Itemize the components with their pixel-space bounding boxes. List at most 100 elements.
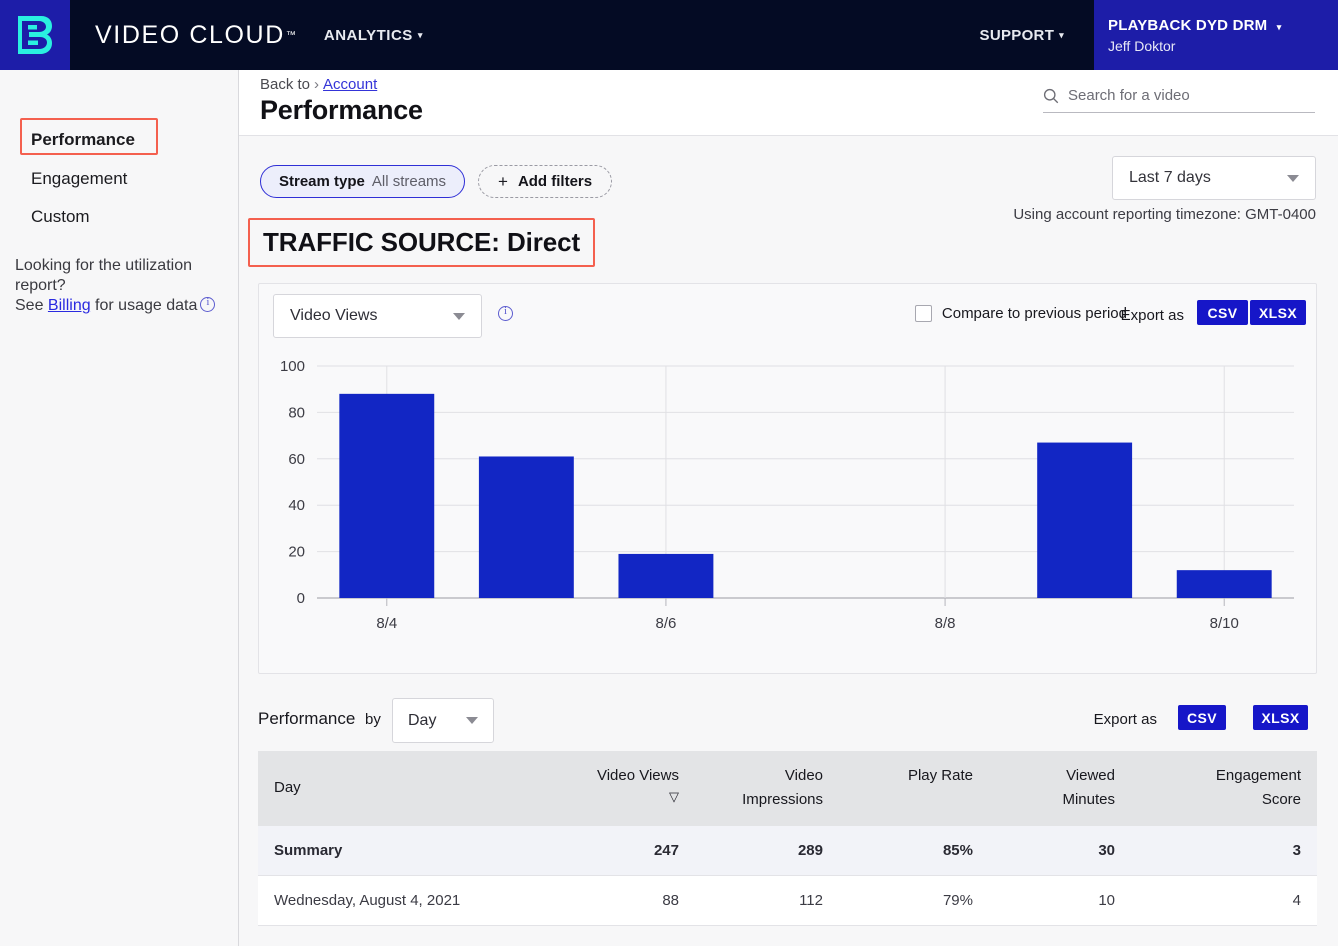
cell-video-impressions: 289 xyxy=(695,826,839,876)
search-input[interactable]: Search for a video xyxy=(1068,87,1190,104)
search-icon xyxy=(1043,88,1059,104)
note-tail: for usage data xyxy=(91,297,198,314)
chart-card: Video Views Compare to previous period E… xyxy=(258,283,1317,674)
billing-link[interactable]: Billing xyxy=(48,297,91,314)
sidebar-item-performance-label: Performance xyxy=(31,130,135,149)
date-range-value: Last 7 days xyxy=(1129,169,1287,187)
compare-previous-period-control[interactable]: Compare to previous period xyxy=(915,305,1127,322)
table-export-csv-button[interactable]: CSV xyxy=(1178,705,1226,730)
note-line-2: report? xyxy=(15,277,66,294)
sidebar-item-custom-label: Custom xyxy=(31,207,90,226)
nav-item-support[interactable]: SUPPORT ▾ xyxy=(980,0,1094,70)
chevron-down-icon xyxy=(1287,175,1299,182)
sidebar-item-performance[interactable]: Performance xyxy=(0,126,135,154)
column-header-video-impressions-line1: Video xyxy=(785,767,823,784)
sidebar-utilization-note: Looking for the utilization report? See … xyxy=(15,256,230,316)
page-header: Back to›Account Performance Search for a… xyxy=(239,70,1338,136)
column-header-engagement-score[interactable]: Engagement Score xyxy=(1131,751,1317,826)
filter-chip-stream-type[interactable]: Stream type All streams xyxy=(260,165,465,198)
cell-day: Summary xyxy=(258,826,543,876)
page-title: Performance xyxy=(260,95,423,126)
chart-info-button[interactable] xyxy=(495,306,513,324)
granularity-select[interactable]: Day xyxy=(392,698,494,743)
nav-item-analytics[interactable]: ANALYTICS ▾ xyxy=(324,0,423,70)
account-menu[interactable]: PLAYBACK DYD DRM ▾ Jeff Doktor xyxy=(1094,0,1338,70)
sort-descending-icon[interactable]: ▽ xyxy=(559,790,679,803)
brightcove-logo[interactable] xyxy=(0,0,70,70)
column-header-engagement-score-line1: Engagement xyxy=(1216,767,1301,784)
svg-text:100: 100 xyxy=(280,358,305,375)
chevron-down-icon xyxy=(453,313,465,320)
column-header-video-impressions-line2: Impressions xyxy=(742,791,823,808)
nav-item-analytics-label: ANALYTICS xyxy=(324,27,413,44)
add-filters-button[interactable]: + Add filters xyxy=(478,165,612,198)
nav-spacer xyxy=(423,0,980,70)
column-header-viewed-minutes[interactable]: Viewed Minutes xyxy=(989,751,1131,826)
breadcrumb-link-account[interactable]: Account xyxy=(323,76,377,93)
table-export-label: Export as xyxy=(1094,711,1157,728)
breadcrumb-separator: › xyxy=(314,76,319,93)
chart-export-label: Export as xyxy=(1121,307,1184,324)
table-header-row: Day Video Views ▽ Video Impressions Play… xyxy=(258,751,1317,826)
column-header-day[interactable]: Day xyxy=(258,751,543,826)
table-row[interactable]: Wednesday, August 4, 2021 88 112 79% 10 … xyxy=(258,876,1317,926)
note-line-1: Looking for the utilization xyxy=(15,257,192,274)
sidebar: Performance Engagement Custom Looking fo… xyxy=(0,70,239,946)
granularity-value: Day xyxy=(408,712,466,730)
video-views-bar-chart: 0204060801008/48/68/88/10 xyxy=(259,356,1316,656)
column-header-play-rate-label: Play Rate xyxy=(908,767,973,784)
brand-label: VIDEO CLOUD xyxy=(95,21,285,50)
chevron-down-icon xyxy=(466,717,478,724)
svg-text:8/8: 8/8 xyxy=(935,615,956,632)
cell-video-views: 247 xyxy=(543,826,695,876)
info-icon[interactable] xyxy=(200,297,215,312)
filter-chip-key: Stream type xyxy=(279,173,365,190)
svg-text:60: 60 xyxy=(288,451,305,468)
column-header-video-impressions[interactable]: Video Impressions xyxy=(695,751,839,826)
sidebar-item-engagement-label: Engagement xyxy=(31,169,127,188)
cell-day: Wednesday, August 4, 2021 xyxy=(258,876,543,926)
traffic-source-highlight: TRAFFIC SOURCE: Direct xyxy=(248,218,595,267)
chevron-down-icon: ▾ xyxy=(1059,31,1064,40)
account-user-name: Jeff Doktor xyxy=(1108,38,1338,54)
compare-checkbox-label: Compare to previous period xyxy=(942,305,1127,322)
column-header-viewed-minutes-line1: Viewed xyxy=(1066,767,1115,784)
chart-export-xlsx-button[interactable]: XLSX xyxy=(1250,300,1306,325)
brand-title: VIDEO CLOUD™ xyxy=(70,0,296,70)
table-row-summary[interactable]: Summary 247 289 85% 30 3 xyxy=(258,826,1317,876)
search-box[interactable]: Search for a video xyxy=(1043,87,1315,113)
table-title: Performance xyxy=(258,709,355,729)
table-header: Day Video Views ▽ Video Impressions Play… xyxy=(258,751,1317,826)
add-filters-label: Add filters xyxy=(518,173,592,190)
sidebar-item-engagement[interactable]: Engagement xyxy=(0,165,127,193)
traffic-source-heading: TRAFFIC SOURCE: Direct xyxy=(263,227,580,258)
sidebar-item-custom[interactable]: Custom xyxy=(0,203,90,231)
date-range-select[interactable]: Last 7 days xyxy=(1112,156,1316,200)
chart-export-csv-button[interactable]: CSV xyxy=(1197,300,1248,325)
table-export-xlsx-button[interactable]: XLSX xyxy=(1253,705,1308,730)
filter-bar: Stream type All streams + Add filters La… xyxy=(239,156,1338,216)
column-header-viewed-minutes-line2: Minutes xyxy=(1062,791,1115,808)
brand-trademark: ™ xyxy=(286,30,296,41)
svg-text:80: 80 xyxy=(288,404,305,421)
column-header-video-views[interactable]: Video Views ▽ xyxy=(543,751,695,826)
account-name-label: PLAYBACK DYD DRM xyxy=(1108,17,1267,34)
cell-engagement-score: 3 xyxy=(1131,826,1317,876)
column-header-play-rate[interactable]: Play Rate xyxy=(839,751,989,826)
info-icon xyxy=(498,306,513,321)
account-name-row: PLAYBACK DYD DRM ▾ xyxy=(1108,17,1338,34)
cell-video-impressions: 112 xyxy=(695,876,839,926)
compare-checkbox[interactable] xyxy=(915,305,932,322)
filter-chip-value: All streams xyxy=(372,173,446,190)
breadcrumb: Back to›Account xyxy=(260,76,377,93)
column-header-day-label: Day xyxy=(274,779,301,796)
nav-item-support-label: SUPPORT xyxy=(980,27,1055,44)
column-header-video-views-label: Video Views xyxy=(597,767,679,784)
svg-text:8/10: 8/10 xyxy=(1210,615,1239,632)
table-by-label: by xyxy=(365,711,381,728)
cell-viewed-minutes: 10 xyxy=(989,876,1131,926)
metric-select[interactable]: Video Views xyxy=(273,294,482,338)
column-header-engagement-score-line2: Score xyxy=(1262,791,1301,808)
note-see: See xyxy=(15,297,48,314)
svg-text:8/4: 8/4 xyxy=(376,615,397,632)
